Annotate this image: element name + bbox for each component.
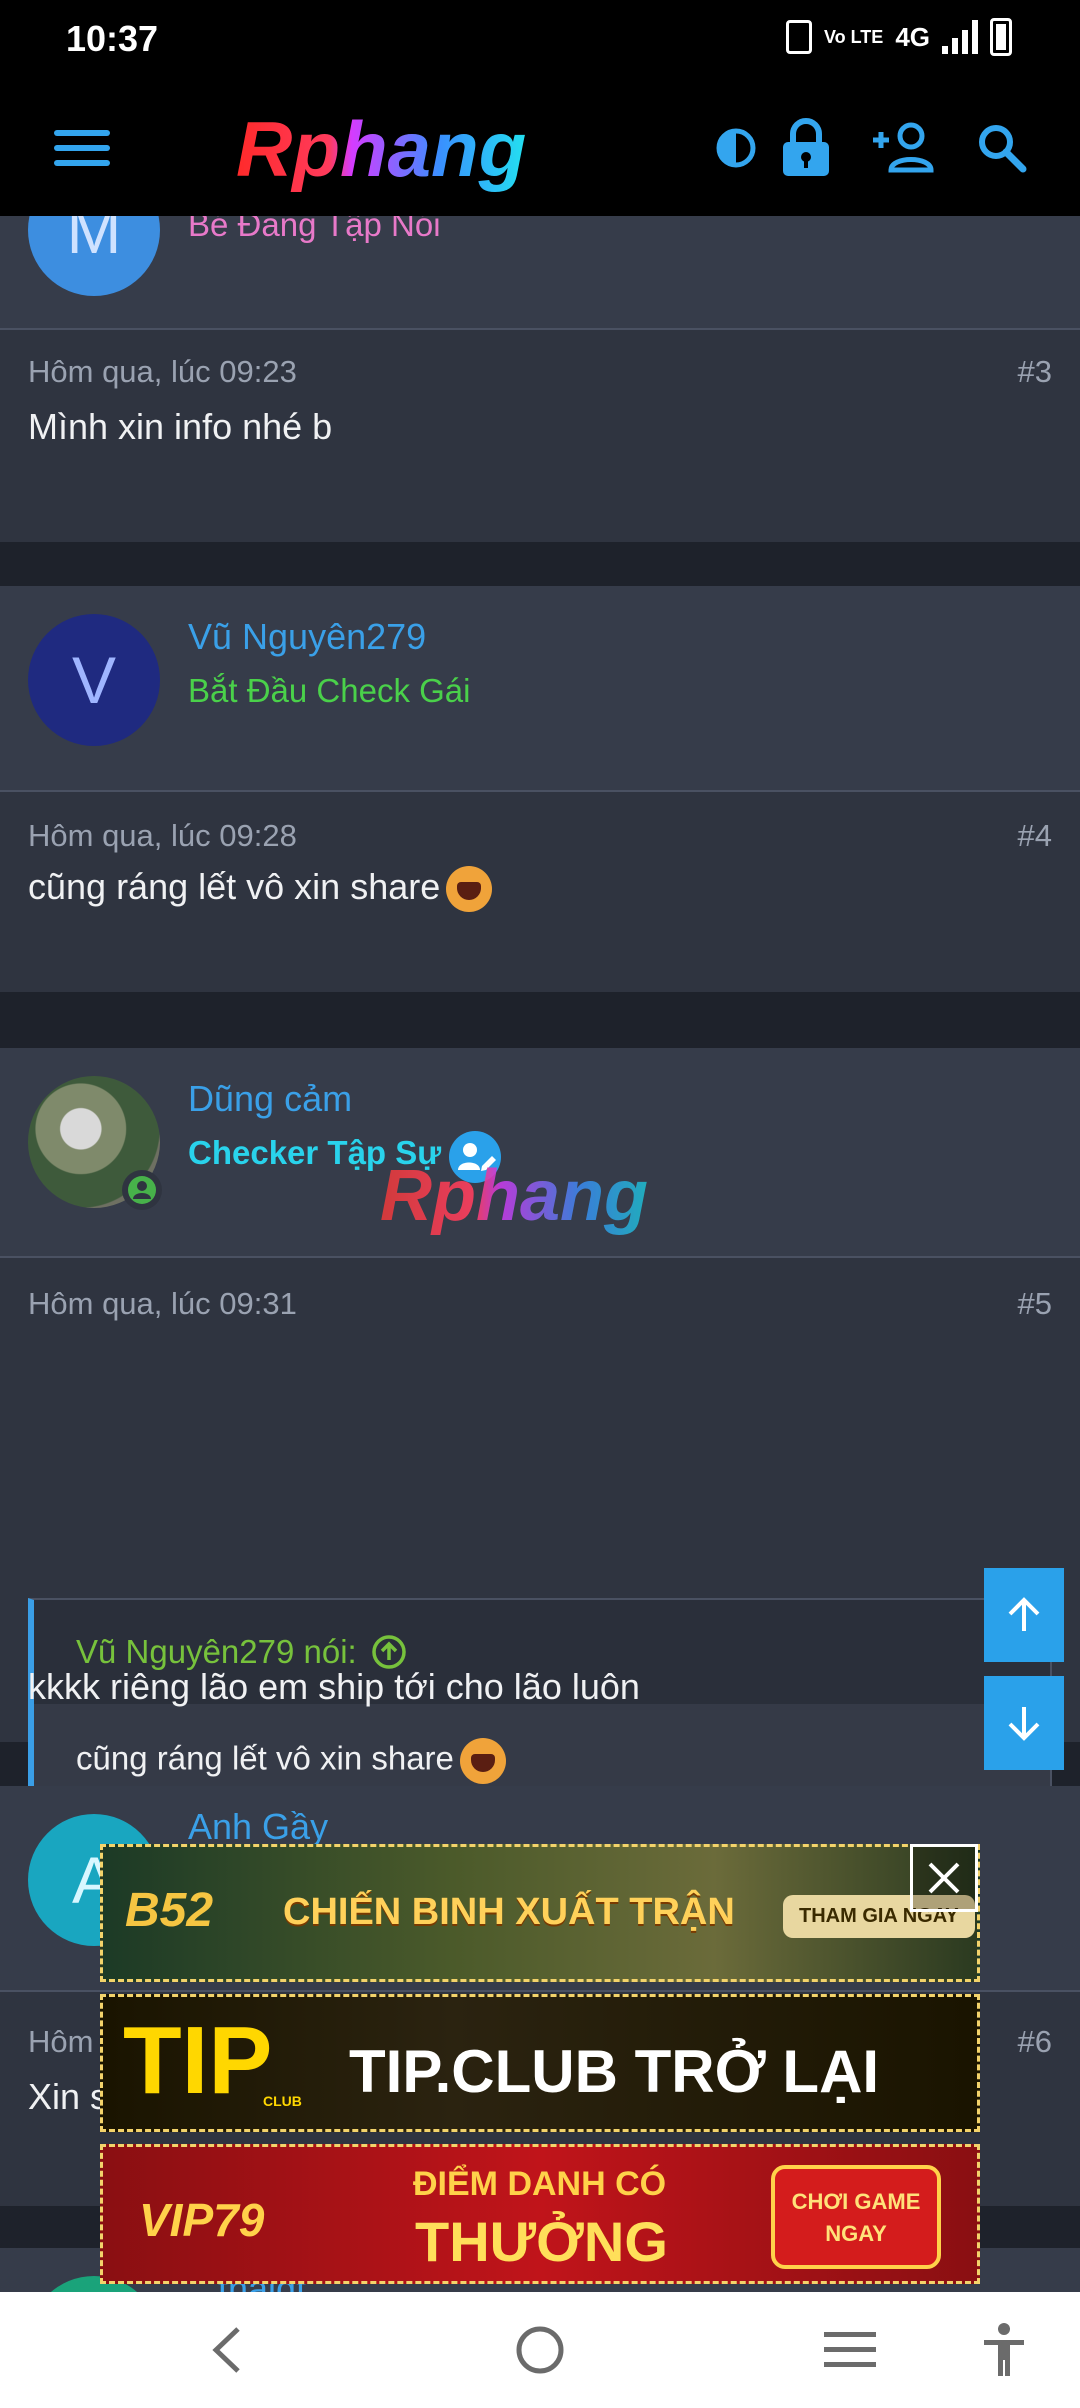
post-message: kkkk riêng lão em ship tới cho lão luôn <box>28 1666 640 1707</box>
post-number[interactable]: #5 <box>1018 1286 1052 1322</box>
top-nav: Rphang <box>0 80 1080 216</box>
user-title: Bắt Đầu Check Gái <box>188 672 471 709</box>
system-nav-bar <box>0 2292 1080 2408</box>
close-icon <box>928 1862 960 1894</box>
add-user-icon <box>873 122 934 173</box>
vibrate-icon <box>785 20 812 54</box>
ad-text: CHIẾN BINH XUẤT TRẬN <box>283 1891 735 1933</box>
volte-icon: Vo LTE <box>823 27 884 47</box>
post-message: cũng ráng lết vô xin share <box>28 866 441 907</box>
network-type: 4G <box>895 21 930 52</box>
avatar[interactable]: V <box>28 614 160 746</box>
ad-brand: B52 <box>125 1884 214 1937</box>
ad-banner[interactable]: B52 CHIẾN BINH XUẤT TRẬN THAM GIA NGAY <box>100 1844 980 1982</box>
avatar[interactable]: M <box>28 216 160 296</box>
post-message: Mình xin info nhé b <box>28 406 333 447</box>
contrast-icon <box>716 128 756 168</box>
menu-button[interactable] <box>44 110 120 186</box>
search-icon <box>979 125 1027 173</box>
scroll-top-button[interactable] <box>984 1568 1064 1662</box>
register-button[interactable] <box>866 110 942 186</box>
screaming-emoji-icon <box>446 866 493 913</box>
arrow-up-icon <box>1008 1597 1040 1631</box>
theme-toggle-button[interactable] <box>698 110 774 186</box>
ad-banner[interactable]: VIP79 ĐIỂM DANH CÓ THƯỞNG CHƠI GAME NGAY <box>100 2144 980 2284</box>
back-icon <box>212 2327 240 2373</box>
ad-brand-sub: CLUB <box>263 2093 302 2109</box>
avatar[interactable] <box>28 1076 162 1210</box>
post-card: M Bé Đang Tập Nói Hôm qua, lúc 09:23 #3 … <box>0 216 1080 542</box>
screaming-emoji-icon <box>459 1738 506 1784</box>
post-number[interactable]: #3 <box>1018 354 1052 390</box>
recents-icon <box>824 2332 876 2367</box>
ad-text-top: ĐIỂM DANH CÓ <box>413 2165 667 2203</box>
lock-icon <box>783 118 829 176</box>
arrow-up-circle-icon <box>371 1635 406 1669</box>
username[interactable]: Dũng cảm <box>188 1078 352 1120</box>
home-button[interactable] <box>510 2320 570 2380</box>
post-author-header: M Bé Đang Tập Nói <box>0 216 1080 330</box>
svg-text:Rphang: Rphang <box>380 1156 648 1236</box>
status-time: 10:37 <box>66 18 159 59</box>
accessibility-button[interactable] <box>974 2320 1034 2380</box>
ad-close-button[interactable] <box>910 1844 978 1912</box>
post-timestamp[interactable]: Hôm <box>28 2024 93 2060</box>
site-logo[interactable]: Rphang <box>230 102 590 198</box>
ad-text-bottom: THƯỞNG <box>415 2210 668 2273</box>
watermark-logo: Rphang <box>380 1156 648 1236</box>
post-card: V Vũ Nguyên279 Bắt Đầu Check Gái Hôm qua… <box>0 586 1080 992</box>
recents-button[interactable] <box>820 2320 880 2380</box>
ad-text: TIP.CLUB TRỞ LẠI <box>349 2038 880 2105</box>
ad-banner[interactable]: TIP CLUB TIP.CLUB TRỞ LẠI <box>100 1994 980 2132</box>
username[interactable]: Vũ Nguyên279 <box>188 616 426 658</box>
logo-text: Rphang <box>236 105 526 193</box>
search-button[interactable] <box>964 110 1040 186</box>
user-title: Bé Đang Tập Nói <box>188 216 441 243</box>
username[interactable]: Anh Gầy <box>188 1806 328 1848</box>
arrow-down-icon <box>1008 1707 1040 1741</box>
signal-icon <box>942 20 978 54</box>
quote-text: cũng ráng lết vô xin share <box>76 1739 454 1777</box>
ad-brand: TIP <box>123 2007 273 2114</box>
post-timestamp[interactable]: Hôm qua, lúc 09:31 <box>28 1286 297 1322</box>
post-timestamp[interactable]: Hôm qua, lúc 09:28 <box>28 818 297 854</box>
post-timestamp[interactable]: Hôm qua, lúc 09:23 <box>28 354 297 390</box>
home-icon <box>516 2326 564 2374</box>
status-icons: Vo LTE 4G <box>785 18 1012 56</box>
status-bar: 10:37 Vo LTE 4G <box>0 0 1080 80</box>
accessibility-icon <box>984 2323 1024 2376</box>
menu-icon <box>54 130 110 166</box>
post-number[interactable]: #4 <box>1018 818 1052 854</box>
post-author-header: V Vũ Nguyên279 Bắt Đầu Check Gái <box>0 586 1080 792</box>
online-status-icon <box>122 1170 162 1210</box>
battery-icon <box>990 18 1012 56</box>
post-number[interactable]: #6 <box>1018 2024 1052 2060</box>
scroll-bottom-button[interactable] <box>984 1676 1064 1770</box>
back-button[interactable] <box>196 2320 256 2380</box>
login-button[interactable] <box>768 110 844 186</box>
ad-play-button[interactable]: CHƠI GAME NGAY <box>771 2165 941 2269</box>
ad-brand: VIP79 <box>139 2194 265 2246</box>
